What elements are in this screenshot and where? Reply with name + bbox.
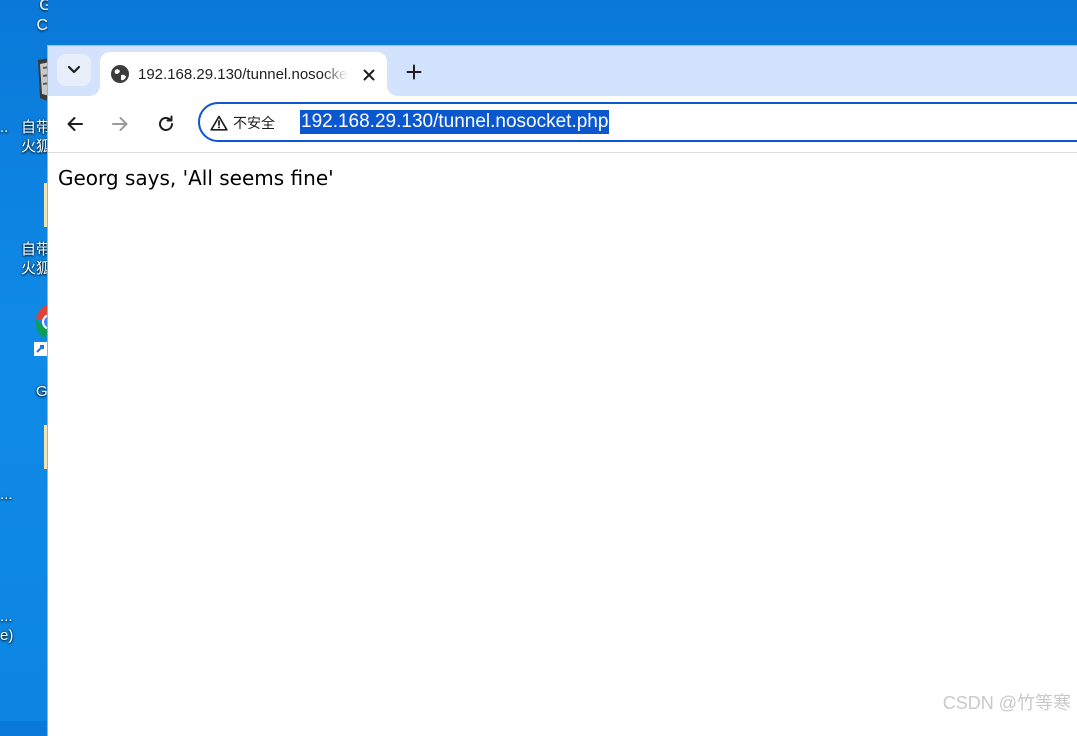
close-icon xyxy=(363,69,375,81)
new-tab-button[interactable] xyxy=(400,58,428,86)
tab-search-button[interactable] xyxy=(57,54,91,86)
chrome-shortcut-icon[interactable] xyxy=(30,300,48,360)
plus-icon xyxy=(406,64,422,80)
page-body-text: Georg says, 'All seems fine' xyxy=(58,166,334,190)
desktop-fragment-2: ... xyxy=(0,486,13,503)
tab-title: 192.168.29.130/tunnel.nosocket.php xyxy=(138,66,348,83)
forward-button[interactable] xyxy=(105,109,135,139)
desktop-fragment-1: .. xyxy=(0,119,9,136)
firefox-icon[interactable] xyxy=(34,58,48,102)
desktop-fragment-3: ... xyxy=(0,608,13,625)
toolbar: 不安全 192.168.29.130/tunnel.nosocket.php xyxy=(48,96,1077,153)
back-arrow-icon xyxy=(67,117,83,131)
forward-arrow-icon xyxy=(112,117,128,131)
chevron-down-icon xyxy=(67,65,81,74)
security-label: 不安全 xyxy=(233,115,275,131)
url-text[interactable]: 192.168.29.130/tunnel.nosocket.php xyxy=(300,110,610,134)
tab-active[interactable]: 192.168.29.130/tunnel.nosocket.php xyxy=(90,52,397,96)
desktop-icon-label-3[interactable]: G xyxy=(36,382,48,401)
globe-icon xyxy=(111,65,129,83)
desktop-icon-label-1[interactable]: 自带 火狐 xyxy=(21,118,48,156)
tab-close-button[interactable] xyxy=(359,65,379,85)
address-bar[interactable]: 不安全 192.168.29.130/tunnel.nosocket.php xyxy=(198,102,1077,142)
desktop: Google Chrome 自带 火狐 .. 自带 火狐 G ... ... e… xyxy=(0,0,48,721)
back-button[interactable] xyxy=(60,109,90,139)
desktop-chrome-label-line2: Chrome xyxy=(36,17,48,34)
security-indicator[interactable]: 不安全 xyxy=(210,113,275,133)
browser-window: 192.168.29.130/tunnel.nosocket.php xyxy=(47,45,1077,736)
desktop-chrome-label[interactable]: Google Chrome xyxy=(0,0,48,36)
reload-icon xyxy=(159,115,173,131)
warning-icon xyxy=(210,115,228,131)
desktop-icon-label-2[interactable]: 自带 火狐 xyxy=(21,240,48,278)
watermark: CSDN @竹等寒 xyxy=(942,693,1071,713)
tab-strip: 192.168.29.130/tunnel.nosocket.php xyxy=(48,46,1077,96)
desktop-chrome-label-line1: Google xyxy=(39,0,48,14)
desktop-fragment-4: e) xyxy=(0,627,14,644)
reload-button[interactable] xyxy=(151,109,181,139)
